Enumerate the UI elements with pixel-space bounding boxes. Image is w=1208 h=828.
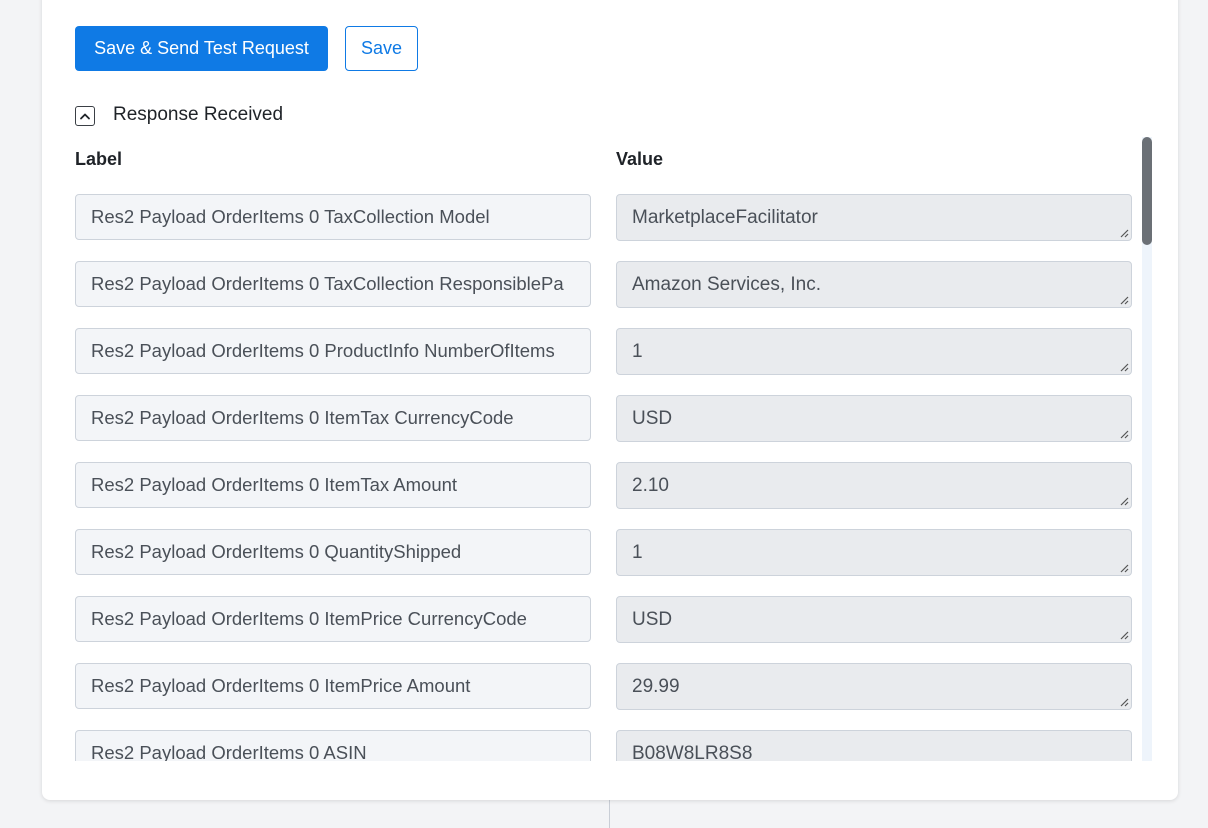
label-field[interactable]: Res2 Payload OrderItems 0 ItemPrice Curr… — [75, 596, 591, 642]
response-row: Res2 Payload OrderItems 0 TaxCollection … — [0, 185, 1208, 241]
value-text: 29.99 — [632, 675, 680, 697]
value-field[interactable]: Amazon Services, Inc. — [616, 261, 1132, 308]
resize-handle-icon[interactable] — [1119, 496, 1129, 506]
label-column-header: Label — [75, 149, 123, 169]
resize-handle-icon[interactable] — [1119, 362, 1129, 372]
value-text: 1 — [632, 340, 643, 362]
resize-handle-icon[interactable] — [1119, 630, 1129, 640]
value-field[interactable]: 1 — [616, 328, 1132, 375]
resize-handle-icon[interactable] — [1119, 228, 1129, 238]
value-field[interactable]: 2.10 — [616, 462, 1132, 509]
label-field[interactable]: Res2 Payload OrderItems 0 QuantityShippe… — [75, 529, 591, 575]
value-text: MarketplaceFacilitator — [632, 206, 818, 228]
label-field[interactable]: Res2 Payload OrderItems 0 ItemPrice Amou… — [75, 663, 591, 709]
value-field[interactable]: MarketplaceFacilitator — [616, 194, 1132, 241]
response-row: Res2 Payload OrderItems 0 QuantityShippe… — [0, 520, 1208, 576]
value-text: Amazon Services, Inc. — [632, 273, 822, 295]
value-field[interactable]: USD — [616, 395, 1132, 442]
value-field[interactable]: 29.99 — [616, 663, 1132, 710]
response-row: Res2 Payload OrderItems 0 ItemTax Amount… — [0, 453, 1208, 509]
response-row: Res2 Payload OrderItems 0 ItemTax Curren… — [0, 386, 1208, 442]
section-title: Response Received — [113, 104, 284, 125]
resize-handle-icon[interactable] — [1119, 295, 1129, 305]
save-and-send-test-request-button[interactable]: Save & Send Test Request — [75, 26, 328, 71]
response-rows: Res2 Payload OrderItems 0 TaxCollection … — [0, 185, 1208, 761]
resize-handle-icon[interactable] — [1119, 697, 1129, 707]
response-row: Res2 Payload OrderItems 0 ItemPrice Amou… — [0, 654, 1208, 710]
value-field[interactable]: USD — [616, 596, 1132, 643]
scrollbar-thumb[interactable] — [1142, 137, 1152, 245]
value-text: 2.10 — [632, 474, 669, 496]
label-field[interactable]: Res2 Payload OrderItems 0 ItemTax Curren… — [75, 395, 591, 441]
collapse-toggle[interactable] — [75, 106, 95, 126]
response-row: Res2 Payload OrderItems 0 TaxCollection … — [0, 252, 1208, 308]
value-field[interactable]: B08W8LR8S8 — [616, 730, 1132, 761]
label-field[interactable]: Res2 Payload OrderItems 0 ASIN — [75, 730, 591, 761]
label-field[interactable]: Res2 Payload OrderItems 0 TaxCollection … — [75, 261, 591, 307]
label-field[interactable]: Res2 Payload OrderItems 0 TaxCollection … — [75, 194, 591, 240]
save-button[interactable]: Save — [345, 26, 418, 71]
value-text: 1 — [632, 541, 643, 563]
label-field[interactable]: Res2 Payload OrderItems 0 ProductInfo Nu… — [75, 328, 591, 374]
resize-handle-icon[interactable] — [1119, 429, 1129, 439]
value-field[interactable]: 1 — [616, 529, 1132, 576]
response-row: Res2 Payload OrderItems 0 ASIN B08W8LR8S… — [0, 721, 1208, 761]
resize-handle-icon[interactable] — [1119, 563, 1129, 573]
label-field[interactable]: Res2 Payload OrderItems 0 ItemTax Amount — [75, 462, 591, 508]
value-text: USD — [632, 608, 673, 630]
value-text: USD — [632, 407, 673, 429]
value-column-header: Value — [616, 149, 664, 169]
chevron-up-icon — [80, 113, 90, 120]
value-text: B08W8LR8S8 — [632, 742, 753, 762]
response-row: Res2 Payload OrderItems 0 ProductInfo Nu… — [0, 319, 1208, 375]
response-row: Res2 Payload OrderItems 0 ItemPrice Curr… — [0, 587, 1208, 643]
